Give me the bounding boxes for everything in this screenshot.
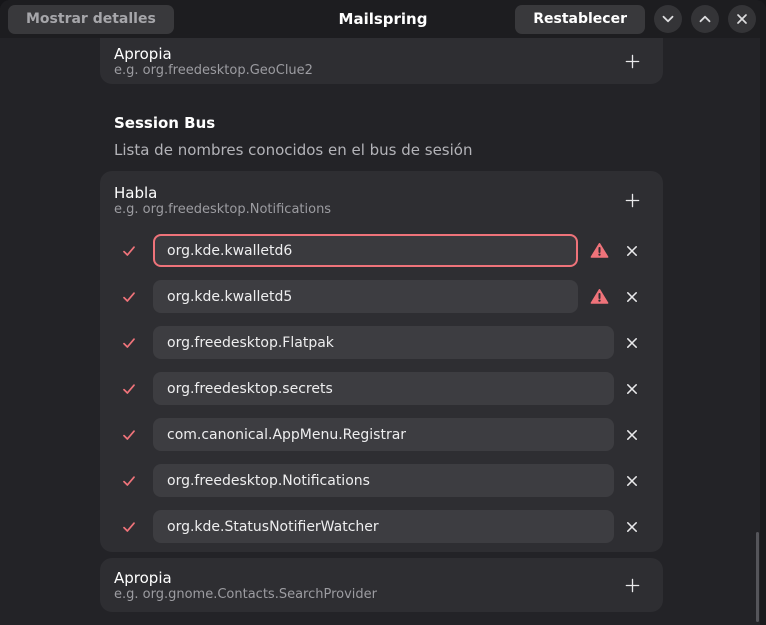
add-own-name-button[interactable] [615, 568, 649, 602]
bus-name-input[interactable] [153, 418, 614, 451]
add-own-name-button[interactable] [615, 44, 649, 78]
section-title: Session Bus [114, 114, 663, 132]
remove-entry-button[interactable] [617, 420, 647, 450]
close-icon [735, 12, 749, 26]
own-names-card-top: Apropia e.g. org.freedesktop.GeoClue2 [100, 38, 663, 84]
app-window: Mostrar detalles Mailspring Restablecer … [0, 0, 766, 625]
card-subtitle: e.g. org.freedesktop.Notifications [114, 202, 331, 217]
plus-icon [624, 53, 641, 70]
section-subtitle: Lista de nombres conocidos en el bus de … [114, 141, 663, 159]
remove-entry-button[interactable] [617, 466, 647, 496]
enabled-check-button[interactable] [114, 374, 144, 404]
close-window-button[interactable] [728, 5, 756, 33]
enabled-check-button[interactable] [114, 236, 144, 266]
scrollbar-thumb[interactable] [756, 532, 759, 622]
card-title: Apropia [114, 45, 313, 63]
permissions-panel: Apropia e.g. org.freedesktop.GeoClue2 Se… [0, 38, 663, 612]
headerbar: Mostrar detalles Mailspring Restablecer [0, 0, 766, 38]
bus-name-input[interactable] [153, 464, 614, 497]
close-icon [625, 474, 639, 488]
reset-button[interactable]: Restablecer [515, 5, 645, 34]
card-subtitle: e.g. org.freedesktop.GeoClue2 [114, 63, 313, 78]
bus-name-row [114, 326, 647, 359]
check-icon [121, 427, 137, 443]
entry-list [100, 225, 663, 552]
check-icon [121, 289, 137, 305]
remove-entry-button[interactable] [617, 236, 647, 266]
show-details-button[interactable]: Mostrar detalles [8, 5, 174, 34]
scroll-down-button[interactable] [654, 5, 682, 33]
scroll-up-button[interactable] [691, 5, 719, 33]
window-edge [760, 0, 766, 625]
enabled-check-button[interactable] [114, 328, 144, 358]
bus-name-input[interactable] [153, 510, 614, 543]
bus-name-input[interactable] [153, 372, 614, 405]
plus-icon [624, 577, 641, 594]
close-icon [625, 520, 639, 534]
plus-icon [624, 192, 641, 209]
bus-name-row [114, 464, 647, 497]
enabled-check-button[interactable] [114, 420, 144, 450]
remove-entry-button[interactable] [617, 328, 647, 358]
card-heading: Apropia e.g. org.gnome.Contacts.SearchPr… [114, 569, 377, 602]
card-heading: Apropia e.g. org.freedesktop.GeoClue2 [114, 45, 313, 78]
check-icon [121, 381, 137, 397]
check-icon [121, 519, 137, 535]
chevron-down-icon [659, 10, 677, 28]
bus-name-row [114, 510, 647, 543]
bus-name-input[interactable] [153, 280, 578, 313]
close-icon [625, 336, 639, 350]
enabled-check-button[interactable] [114, 466, 144, 496]
close-icon [625, 290, 639, 304]
remove-entry-button[interactable] [617, 374, 647, 404]
card-subtitle: e.g. org.gnome.Contacts.SearchProvider [114, 587, 377, 602]
bus-name-row [114, 280, 647, 313]
bus-name-row [114, 372, 647, 405]
own-names-card-bottom: Apropia e.g. org.gnome.Contacts.SearchPr… [100, 558, 663, 612]
warning-icon [584, 242, 614, 259]
remove-entry-button[interactable] [617, 282, 647, 312]
warning-icon [584, 288, 614, 305]
header-actions: Restablecer [515, 5, 756, 34]
bus-name-row [114, 418, 647, 451]
close-icon [625, 428, 639, 442]
close-icon [625, 244, 639, 258]
bus-name-row [114, 234, 647, 267]
card-title: Habla [114, 184, 331, 202]
enabled-check-button[interactable] [114, 282, 144, 312]
bus-name-input[interactable] [153, 234, 578, 267]
talk-names-card: Habla e.g. org.freedesktop.Notifications [100, 171, 663, 552]
close-icon [625, 382, 639, 396]
card-title: Apropia [114, 569, 377, 587]
card-heading: Habla e.g. org.freedesktop.Notifications [114, 184, 331, 217]
chevron-up-icon [696, 10, 714, 28]
check-icon [121, 473, 137, 489]
bus-name-input[interactable] [153, 326, 614, 359]
remove-entry-button[interactable] [617, 512, 647, 542]
enabled-check-button[interactable] [114, 512, 144, 542]
check-icon [121, 335, 137, 351]
check-icon [121, 243, 137, 259]
add-talk-name-button[interactable] [615, 183, 649, 217]
